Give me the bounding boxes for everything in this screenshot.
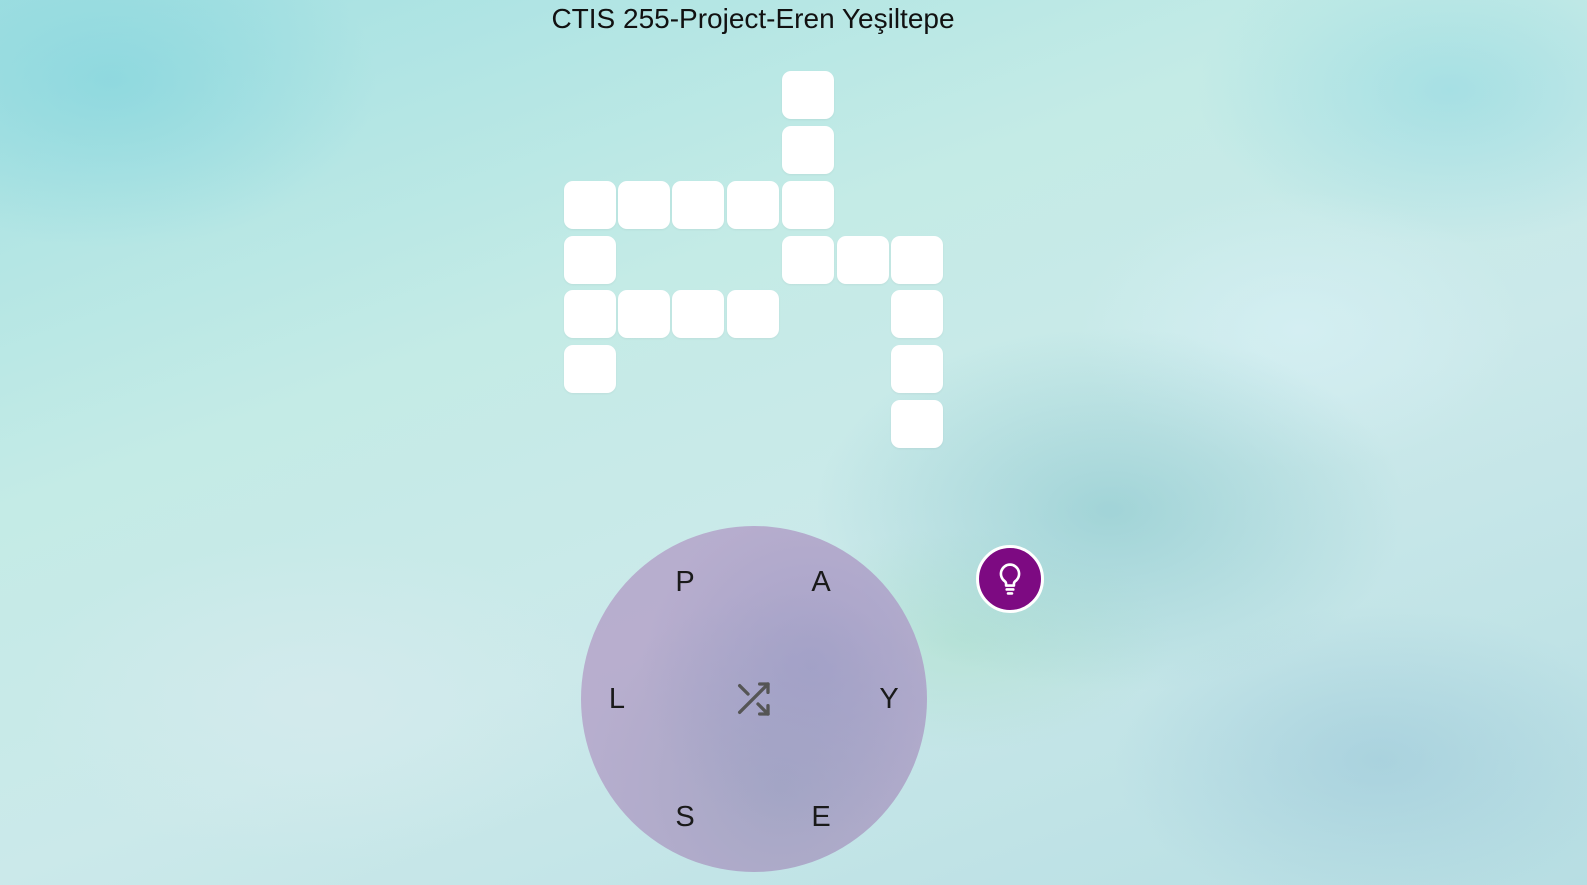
hint-button[interactable] (976, 545, 1044, 613)
grid-cell (782, 236, 834, 284)
grid-cell (727, 290, 779, 338)
lightbulb-icon (999, 563, 1021, 595)
wheel-letter-y[interactable]: Y (869, 679, 909, 719)
wheel-letter-l[interactable]: L (597, 679, 637, 719)
grid-cell (837, 236, 889, 284)
grid-cell (782, 126, 834, 174)
grid-cell (782, 71, 834, 119)
shuffle-icon[interactable] (733, 679, 773, 719)
grid-cell (618, 290, 670, 338)
grid-cell (891, 400, 943, 448)
grid-cell (564, 290, 616, 338)
grid-cell (891, 290, 943, 338)
grid-cell (564, 236, 616, 284)
wheel-letter-e[interactable]: E (801, 797, 841, 837)
grid-cell (672, 181, 724, 229)
grid-cell (672, 290, 724, 338)
grid-cell (891, 236, 943, 284)
grid-cell (618, 181, 670, 229)
wheel-letter-p[interactable]: P (665, 562, 705, 602)
grid-cell (727, 181, 779, 229)
page-title: CTIS 255-Project-Eren Yeşiltepe (551, 3, 955, 34)
grid-cell (564, 181, 616, 229)
wheel-letter-a[interactable]: A (801, 562, 841, 602)
wheel-letter-s[interactable]: S (665, 797, 705, 837)
grid-cell (564, 345, 616, 393)
grid-cell (891, 345, 943, 393)
grid-cell (782, 181, 834, 229)
